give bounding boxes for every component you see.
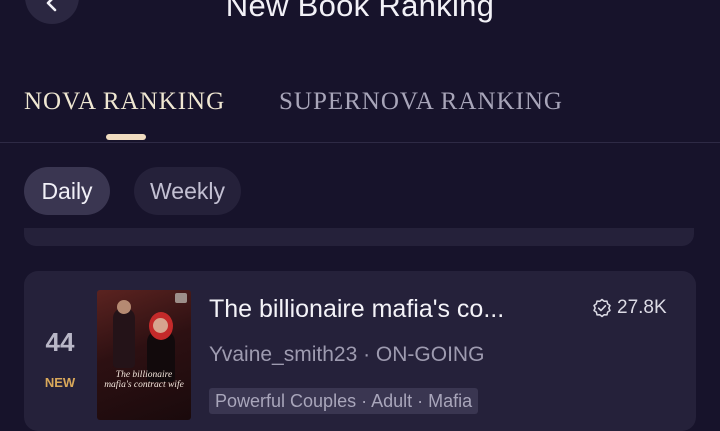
- ranking-tabs: NOVA RANKING SUPERNOVA RANKING: [0, 80, 720, 142]
- tab-nova-ranking[interactable]: NOVA RANKING: [24, 88, 225, 116]
- rank-number: 44: [45, 327, 75, 357]
- book-cover[interactable]: The billionaire mafia's contract wife: [97, 290, 191, 420]
- reads-value: 27.8K: [617, 297, 667, 318]
- page-title: New Book Ranking: [225, 0, 495, 23]
- tab-supernova-ranking[interactable]: SUPERNOVA RANKING: [279, 88, 563, 116]
- filter-daily[interactable]: Daily: [24, 167, 110, 215]
- list-item[interactable]: 44 NEW The billionaire mafia's contract …: [24, 271, 696, 431]
- reads-count: 27.8K: [592, 297, 667, 319]
- tabs-divider: [0, 142, 720, 143]
- cover-title: The billionaire mafia's contract wife: [104, 370, 184, 390]
- filter-weekly[interactable]: Weekly: [134, 167, 241, 215]
- verified-badge-icon: [593, 298, 611, 318]
- author-status: Yvaine_smith23 · ON-GOING: [209, 343, 485, 366]
- genre-tags: Powerful Couples · Adult · Mafia: [209, 388, 479, 414]
- header: New Book Ranking: [0, 0, 720, 30]
- previous-list-item[interactable]: [24, 228, 694, 246]
- active-tab-indicator: [106, 134, 146, 140]
- book-title[interactable]: The billionaire mafia's co...: [209, 295, 504, 324]
- new-badge: NEW: [44, 375, 76, 390]
